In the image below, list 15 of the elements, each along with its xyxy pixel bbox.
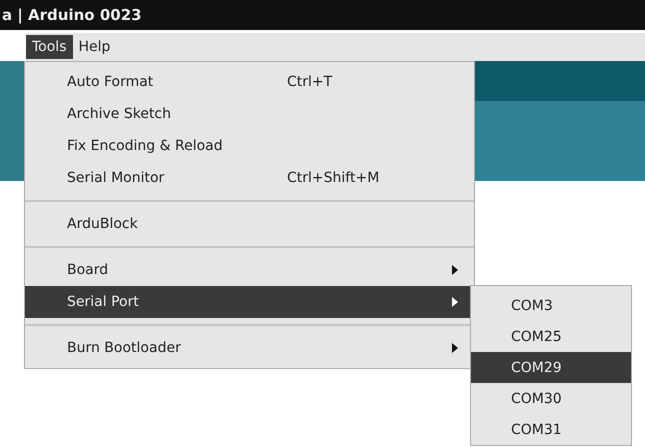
menu-item[interactable]: Fix Encoding & Reload	[25, 130, 474, 162]
menu-item[interactable]: Archive Sketch	[25, 98, 474, 130]
window-title: a | Arduino 0023	[2, 6, 142, 24]
menu-title[interactable]: Tools	[26, 35, 72, 59]
menu-item[interactable]: COM25	[471, 321, 631, 352]
menu-item[interactable]: COM3	[471, 290, 631, 321]
menu-item[interactable]: COM31	[471, 414, 631, 445]
menu-item[interactable]: Auto Format Ctrl+T	[25, 66, 474, 98]
menu-item[interactable]: COM30	[471, 383, 631, 414]
menu-item[interactable]: Serial Monitor Ctrl+Shift+M	[25, 162, 474, 194]
menu-item[interactable]: Burn Bootloader	[25, 332, 474, 364]
menu-item[interactable]: Board	[25, 254, 474, 286]
menu-title[interactable]: Help	[72, 35, 116, 59]
menu-item[interactable]: ArduBlock	[25, 208, 474, 240]
menu-item[interactable]: COM29	[471, 352, 631, 383]
